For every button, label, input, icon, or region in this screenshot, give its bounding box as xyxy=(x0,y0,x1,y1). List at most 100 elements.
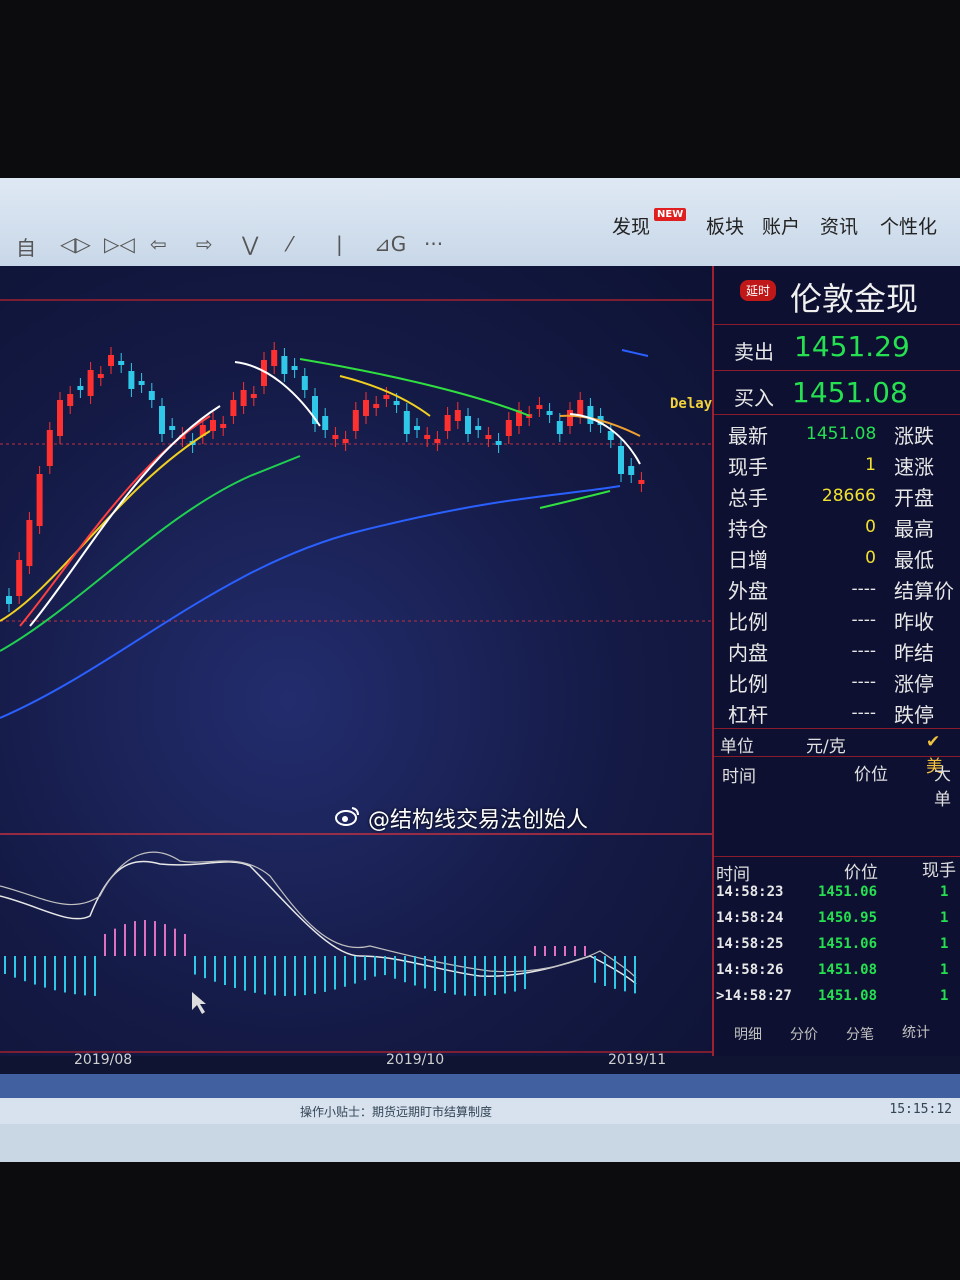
stat-label: 内盘 xyxy=(728,641,768,665)
trade-price: 1450.95 xyxy=(818,910,878,926)
unit-value: 元/克 xyxy=(806,737,846,757)
stat-value: ---- xyxy=(851,579,876,599)
trade-price: 1451.06 xyxy=(818,884,878,900)
candle xyxy=(36,474,43,526)
macd-bar xyxy=(224,956,226,986)
candle xyxy=(536,405,543,409)
draw-line-icon[interactable]: ⁄ xyxy=(288,232,291,256)
ma-white-line xyxy=(29,405,221,627)
macd-bar xyxy=(184,934,186,956)
candle xyxy=(485,435,492,439)
stat-label-right: 涨停 xyxy=(894,672,934,696)
moving-averages xyxy=(0,349,649,719)
candle xyxy=(6,596,12,604)
macd-bar xyxy=(214,956,216,982)
weibo-icon xyxy=(335,807,359,826)
vertical-line-icon[interactable]: | xyxy=(336,232,343,256)
macd-bar xyxy=(254,956,256,993)
macd-bar xyxy=(364,956,366,981)
status-bar: 操作小贴士：期货远期盯市结算制度 15:15:12 xyxy=(0,1098,960,1124)
tab-detail[interactable]: 明细 xyxy=(734,1024,762,1044)
divider xyxy=(714,756,960,757)
macd-bar xyxy=(344,956,346,987)
ma-white-upper xyxy=(234,361,321,427)
macd-bar xyxy=(564,946,566,956)
stat-label-right: 速涨 xyxy=(894,455,934,479)
candle xyxy=(567,410,573,426)
trade-time: 14:58:25 xyxy=(716,936,784,952)
macd-bar xyxy=(4,956,6,974)
menu-account[interactable]: 账户 xyxy=(762,212,800,239)
tab-price-split[interactable]: 分价 xyxy=(790,1024,818,1044)
macd-bar xyxy=(574,946,576,956)
candle xyxy=(291,366,298,370)
macd-bar xyxy=(514,956,516,992)
kline-chart-panel[interactable]: Delay xyxy=(0,266,720,1056)
arrow-right-icon[interactable]: ⇨ xyxy=(196,232,213,256)
stat-label-right: 开盘 xyxy=(894,486,934,510)
macd-bar xyxy=(424,956,426,989)
left-right-icon[interactable]: ◁▷ xyxy=(60,232,91,256)
trade-time: 14:58:23 xyxy=(716,884,784,900)
menu-discover[interactable]: 发现 xyxy=(612,212,650,239)
stat-label: 日增 xyxy=(728,548,768,572)
macd-bar xyxy=(534,946,536,956)
photo-frame: 自 ◁▷ ▷◁ ⇦ ⇨ ⋁ ⁄ | ⊿G ··· 发现 NEW 板块 账户 资讯… xyxy=(0,0,960,1280)
stat-label-right: 昨收 xyxy=(894,610,934,634)
auto-icon[interactable]: 自 xyxy=(16,232,36,261)
macd-bar xyxy=(604,956,606,986)
macd-bar xyxy=(24,956,26,982)
candle xyxy=(403,411,410,434)
macd-bar xyxy=(494,956,496,995)
candle xyxy=(628,466,635,475)
shrink-icon[interactable]: ▷◁ xyxy=(104,232,135,256)
candle xyxy=(230,400,237,416)
candle xyxy=(57,400,63,436)
trade-time: 14:58:24 xyxy=(716,910,784,926)
trading-app-window: 自 ◁▷ ▷◁ ⇦ ⇨ ⋁ ⁄ | ⊿G ··· 发现 NEW 板块 账户 资讯… xyxy=(0,178,960,1162)
macd-bar xyxy=(584,946,586,956)
candle xyxy=(271,350,278,366)
candle xyxy=(444,415,451,431)
macd-bar xyxy=(144,920,146,956)
ma-green-upper xyxy=(299,358,531,417)
candle xyxy=(393,401,400,405)
menu-news[interactable]: 资讯 xyxy=(820,212,858,239)
candle xyxy=(454,410,461,421)
menu-personalize[interactable]: 个性化 xyxy=(880,212,937,239)
menu-sector[interactable]: 板块 xyxy=(706,212,744,239)
macd-bar xyxy=(274,956,276,996)
candle xyxy=(495,441,502,445)
category-tabs-bar[interactable] xyxy=(0,1074,960,1098)
chevron-down-double-icon[interactable]: ⋁ xyxy=(242,232,258,256)
macd-bar xyxy=(64,956,66,993)
macd-bar xyxy=(414,956,416,986)
more-icon[interactable]: ··· xyxy=(424,232,443,256)
macd-bar xyxy=(554,946,556,956)
stat-label-right: 涨跌 xyxy=(894,424,934,448)
macd-bar xyxy=(444,956,446,994)
trade-volume: 1 xyxy=(940,884,949,900)
xaxis-label: 2019/11 xyxy=(608,1052,667,1068)
stat-label: 现手 xyxy=(728,455,768,479)
macd-bar xyxy=(204,956,206,979)
ma-blue-line xyxy=(0,485,621,719)
candle xyxy=(46,430,53,466)
candle xyxy=(373,404,380,408)
stat-label: 持仓 xyxy=(728,517,768,541)
xaxis-label: 2019/08 xyxy=(74,1052,133,1068)
trade-price: 1451.06 xyxy=(818,936,878,952)
golden-ratio-icon[interactable]: ⊿G xyxy=(374,232,406,256)
tab-tick[interactable]: 分笔 xyxy=(846,1024,874,1044)
candle xyxy=(352,410,359,431)
trade-volume: 1 xyxy=(940,962,949,978)
kline-chart[interactable] xyxy=(0,266,712,1056)
trades-time-header: 时间 xyxy=(716,865,750,885)
arrow-left-icon[interactable]: ⇦ xyxy=(150,232,167,256)
trade-time: 14:58:26 xyxy=(716,962,784,978)
tab-stats[interactable]: 统计 xyxy=(902,1022,930,1042)
candle xyxy=(556,421,563,434)
macd-bar xyxy=(304,956,306,996)
candle xyxy=(301,376,308,390)
stat-value: 0 xyxy=(865,548,876,568)
